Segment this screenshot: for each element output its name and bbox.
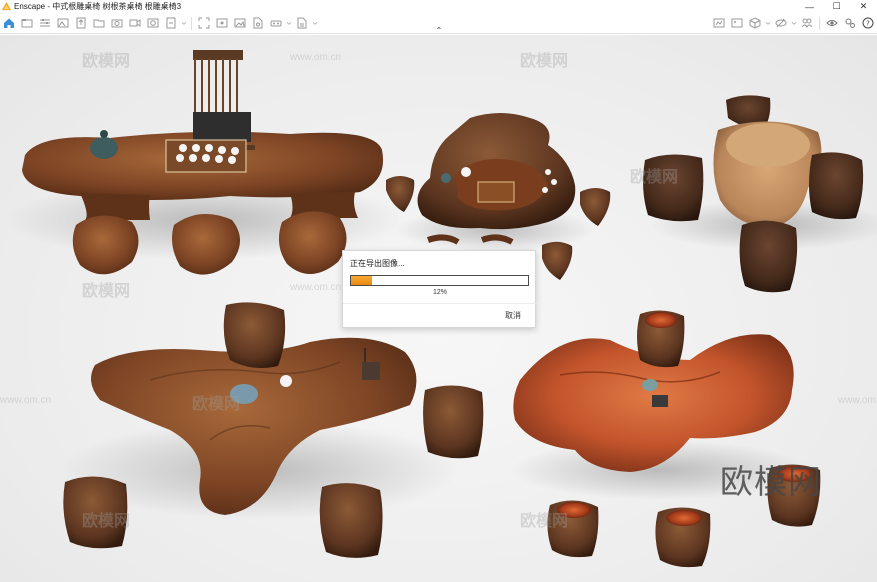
toolbar-middle-group <box>195 13 319 33</box>
panorama-icon[interactable] <box>144 14 162 32</box>
folder-icon[interactable] <box>18 14 36 32</box>
watermark-url: www.om.cn <box>290 52 342 63</box>
progress-percent-label: 12% <box>432 289 447 296</box>
cancel-button[interactable]: 取消 <box>505 310 521 321</box>
home-icon[interactable] <box>0 14 18 32</box>
watermark-text: 欧模网 <box>630 169 679 186</box>
watermark-text: 欧模网 <box>82 283 131 300</box>
file-icon[interactable] <box>249 14 267 32</box>
file-export-icon[interactable] <box>162 14 180 32</box>
video-icon[interactable] <box>126 14 144 32</box>
vr-headset-icon[interactable] <box>267 14 285 32</box>
export-progress-bar <box>350 275 529 286</box>
dropdown-icon[interactable] <box>790 14 798 32</box>
screenshot-icon[interactable] <box>213 14 231 32</box>
help-icon[interactable]: ? <box>859 14 877 32</box>
watermark-url: www.om.cn <box>838 395 877 406</box>
export-progress-dialog: 正在导出图像... 12% 取消 <box>342 250 537 328</box>
folder-open-icon[interactable] <box>90 14 108 32</box>
window-title: Enscape - 中式根雕桌椅 树根茶桌椅 根雕桌椅3 <box>14 2 182 11</box>
document-icon[interactable] <box>293 14 311 32</box>
maximize-button[interactable]: ☐ <box>823 0 850 13</box>
enscape-logo-icon <box>2 2 11 11</box>
watermark-url: www.om.cn <box>0 395 52 406</box>
toolbar-separator <box>819 16 820 30</box>
progress-fill <box>351 276 373 285</box>
minimize-button[interactable]: — <box>796 0 823 13</box>
dropdown-icon[interactable] <box>285 14 293 32</box>
sliders-icon[interactable] <box>36 14 54 32</box>
upload-icon[interactable] <box>72 14 90 32</box>
image-icon[interactable] <box>54 14 72 32</box>
watermark-text: 欧模网 <box>520 53 569 70</box>
camera-icon[interactable] <box>108 14 126 32</box>
picture-icon[interactable] <box>728 14 746 32</box>
collaborate-icon[interactable] <box>798 14 816 32</box>
toolbar-separator <box>191 16 192 30</box>
brush-icon[interactable] <box>772 14 790 32</box>
collapse-toolbar-button[interactable]: ⌃ <box>431 26 447 35</box>
watermark-text: 欧模网 <box>82 53 131 70</box>
settings-icon[interactable] <box>841 14 859 32</box>
brand-watermark: 欧模网 <box>720 463 822 500</box>
watermark-text: 欧模网 <box>82 513 131 530</box>
watermark-text: 欧模网 <box>520 513 569 530</box>
capture-icon[interactable] <box>195 14 213 32</box>
image-export-icon[interactable] <box>231 14 249 32</box>
cube-icon[interactable] <box>746 14 764 32</box>
dropdown-icon[interactable] <box>764 14 772 32</box>
watermark-text: 欧模网 <box>192 396 241 413</box>
toolbar-left-group <box>0 13 188 33</box>
dropdown-icon[interactable] <box>311 14 319 32</box>
toolbar-right-group: ? <box>710 13 877 33</box>
svg-text:?: ? <box>866 20 870 28</box>
dropdown-icon[interactable] <box>180 14 188 32</box>
watermark-url: www.om.cn <box>290 282 342 293</box>
gallery-icon[interactable] <box>710 14 728 32</box>
title-bar: Enscape - 中式根雕桌椅 树根茶桌椅 根雕桌椅3 — ☐ ✕ <box>0 0 877 13</box>
dialog-title: 正在导出图像... <box>350 259 405 268</box>
close-button[interactable]: ✕ <box>850 0 877 13</box>
eye-icon[interactable] <box>823 14 841 32</box>
dialog-divider <box>343 303 537 304</box>
